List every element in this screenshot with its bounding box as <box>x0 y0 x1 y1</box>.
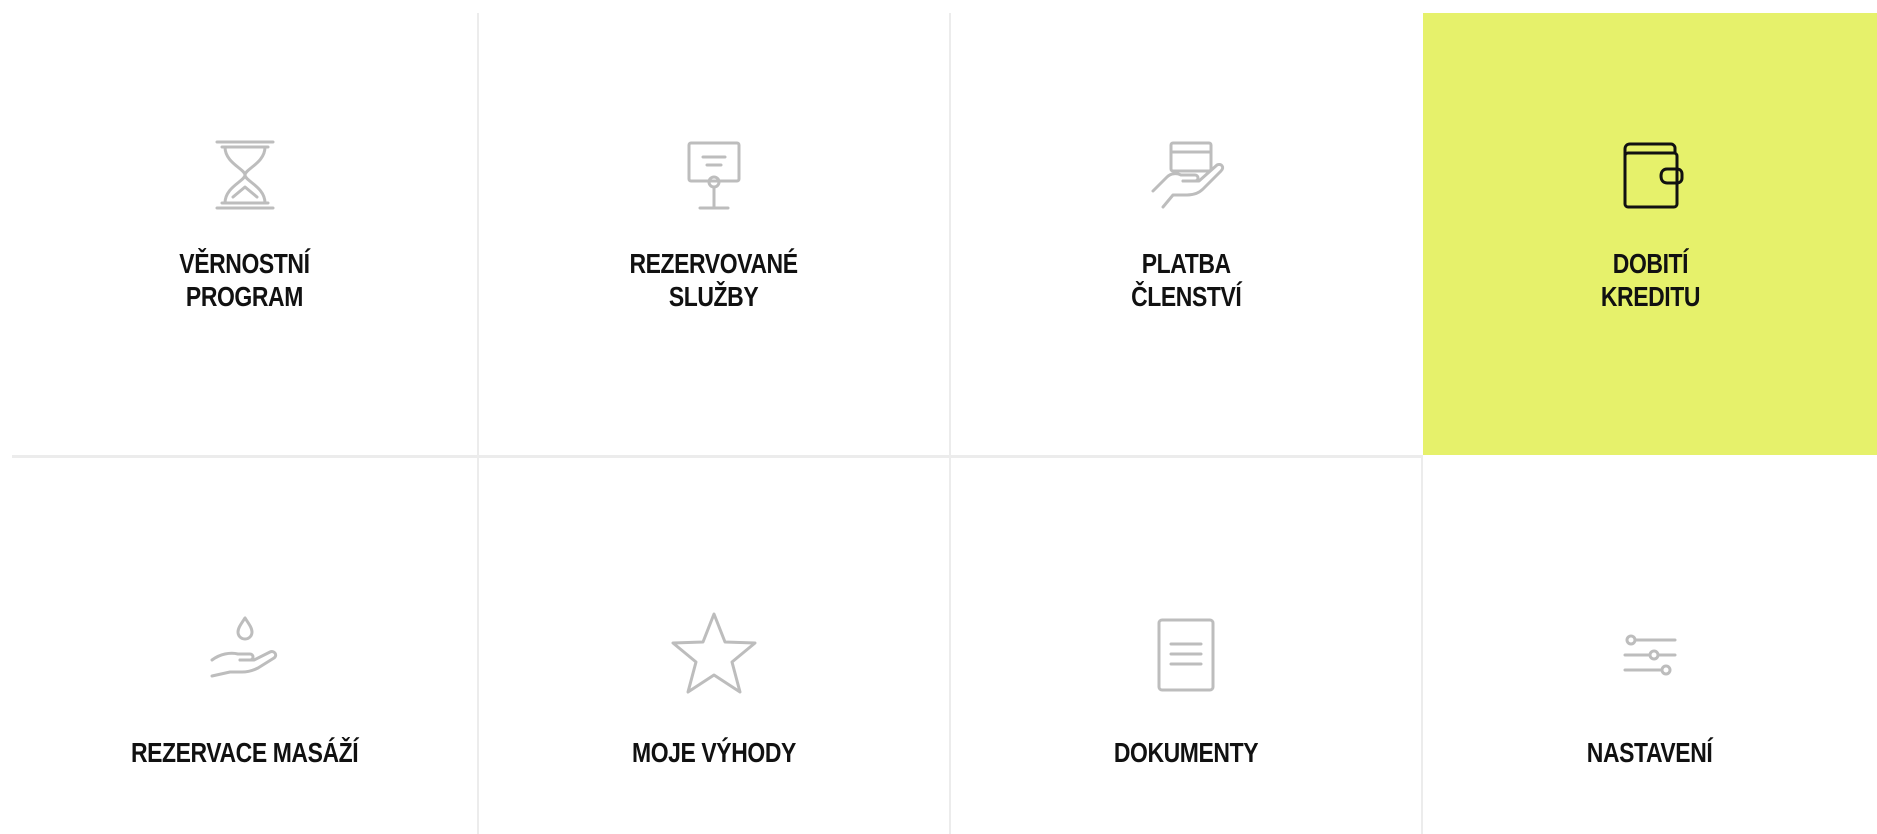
hourglass-icon <box>200 125 290 215</box>
tile-label: REZERVACE MASÁŽÍ <box>130 737 359 768</box>
tile-credit-top-up[interactable]: DOBITÍ KREDITU <box>1423 13 1877 455</box>
tile-reserved-services[interactable]: REZERVOVANÉ SLUŽBY <box>479 13 949 455</box>
tile-label: PLATBA ČLENSTVÍ <box>1130 248 1242 312</box>
tile-label: DOBITÍ KREDITU <box>1600 248 1700 312</box>
reserved-sign-icon <box>669 125 759 215</box>
tile-label: DOKUMENTY <box>1113 737 1259 768</box>
wallet-icon <box>1605 125 1695 215</box>
sliders-icon <box>1605 610 1695 700</box>
document-icon <box>1141 610 1231 700</box>
dashboard-menu-grid: VĚRNOSTNÍ PROGRAM REZERVOVANÉ SLUŽBY PLA… <box>12 13 1877 834</box>
tile-loyalty-program[interactable]: VĚRNOSTNÍ PROGRAM <box>12 13 477 455</box>
tile-label: NASTAVENÍ <box>1587 737 1713 768</box>
star-icon <box>669 610 759 700</box>
tile-label: MOJE VÝHODY <box>632 737 796 768</box>
card-in-hand-icon <box>1141 125 1231 215</box>
tile-label: REZERVOVANÉ SLUŽBY <box>629 248 799 312</box>
tile-settings[interactable]: NASTAVENÍ <box>1423 458 1877 834</box>
tile-label: VĚRNOSTNÍ PROGRAM <box>179 248 310 312</box>
tile-my-benefits[interactable]: MOJE VÝHODY <box>479 458 949 834</box>
drop-in-hand-icon <box>200 610 290 700</box>
tile-massage-booking[interactable]: REZERVACE MASÁŽÍ <box>12 458 477 834</box>
tile-membership-payment[interactable]: PLATBA ČLENSTVÍ <box>951 13 1421 455</box>
tile-documents[interactable]: DOKUMENTY <box>951 458 1421 834</box>
